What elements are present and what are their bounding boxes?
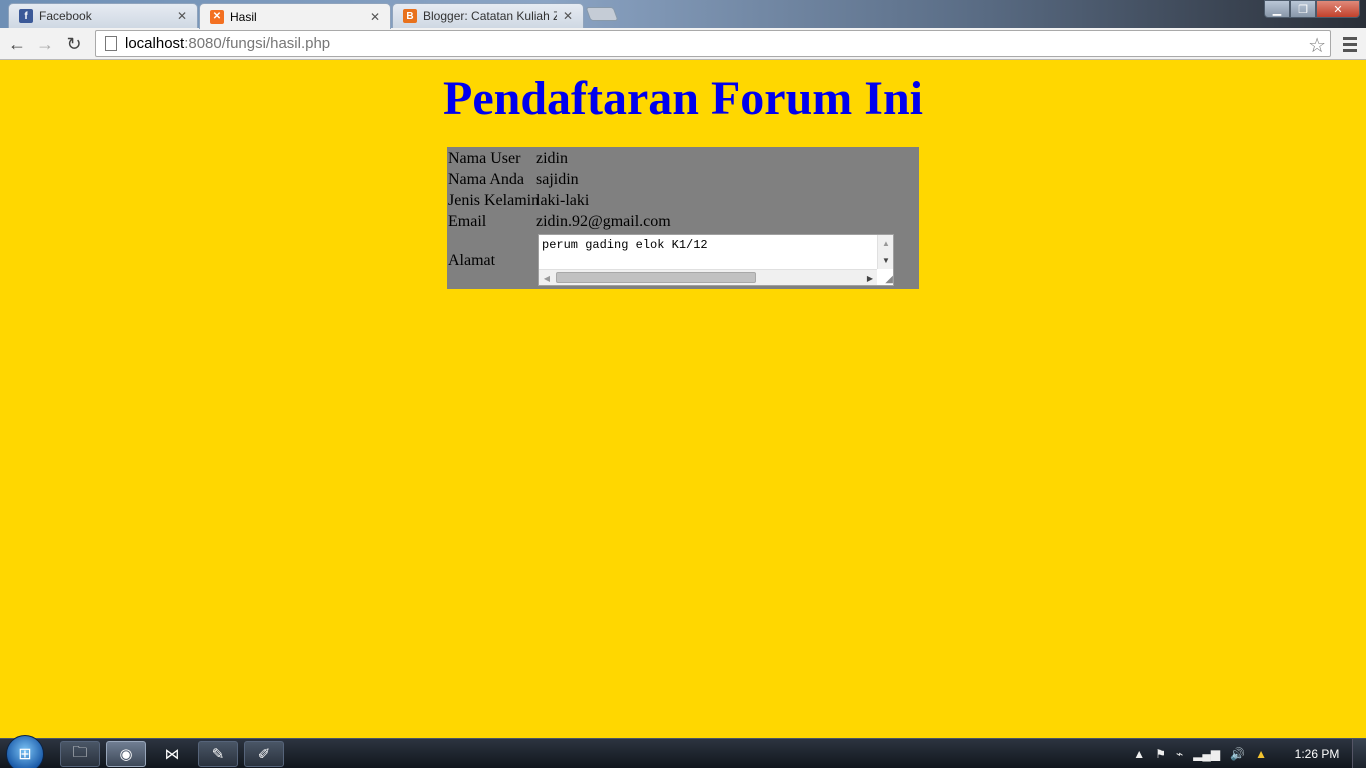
- field-value: zidin: [536, 149, 568, 167]
- show-hidden-icons-icon[interactable]: ▲: [1133, 747, 1145, 761]
- back-button[interactable]: ←: [5, 32, 29, 56]
- new-tab-button[interactable]: [585, 7, 619, 21]
- field-label: Alamat: [448, 251, 496, 269]
- field-value: zidin.92@gmail.com: [536, 212, 671, 230]
- tab-hasil[interactable]: ✕ Hasil ✕: [199, 3, 391, 29]
- reload-icon: ↻: [66, 33, 82, 54]
- alamat-text: perum gading elok K1/12: [542, 238, 708, 252]
- scroll-left-icon[interactable]: ◀: [539, 270, 555, 286]
- alamat-textarea[interactable]: perum gading elok K1/12 ▲ ▼ ◀ ▶ ◢: [538, 234, 894, 286]
- tab-label: Hasil: [230, 9, 257, 24]
- power-icon[interactable]: ⌁: [1176, 747, 1183, 761]
- volume-icon[interactable]: 🔊: [1230, 747, 1245, 761]
- url-host: localhost: [125, 35, 185, 52]
- forward-arrow-icon: →: [36, 33, 54, 54]
- browser-titlebar: f Facebook ✕ ✕ Hasil ✕ B Blogger: Catata…: [0, 0, 1366, 29]
- field-value: laki-laki: [536, 191, 590, 209]
- google-drive-icon[interactable]: ▲: [1255, 747, 1267, 761]
- minimize-button[interactable]: ▁: [1264, 0, 1290, 18]
- close-window-button[interactable]: ✕: [1316, 0, 1360, 18]
- page-content: Pendaftaran Forum Ini Nama User zidin Na…: [0, 61, 1366, 738]
- close-icon[interactable]: ✕: [370, 10, 380, 24]
- scroll-up-icon[interactable]: ▲: [878, 235, 894, 251]
- back-arrow-icon: ←: [8, 33, 26, 54]
- table-row: Nama User zidin: [448, 148, 568, 169]
- field-label: Email: [448, 212, 487, 230]
- visual-studio-icon[interactable]: ⋈: [152, 741, 192, 767]
- field-label: Nama User: [448, 149, 521, 167]
- table-row: Email zidin.92@gmail.com: [448, 211, 671, 232]
- url-path: :8080/fungsi/hasil.php: [184, 35, 331, 52]
- registration-result-table: Nama User zidin Nama Anda sajidin Jenis …: [447, 147, 919, 289]
- show-desktop-button[interactable]: [1352, 739, 1366, 768]
- table-row: Nama Anda sajidin: [448, 169, 579, 190]
- field-label: Jenis Kelamin: [448, 191, 540, 209]
- field-value: sajidin: [536, 170, 579, 188]
- network-signal-icon[interactable]: ▂▄▆: [1193, 747, 1220, 761]
- page-title: Pendaftaran Forum Ini: [443, 72, 923, 125]
- reload-button[interactable]: ↻: [62, 32, 86, 56]
- table-row: Jenis Kelamin laki-laki: [448, 190, 589, 211]
- address-bar[interactable]: localhost:8080/fungsi/hasil.php ☆: [95, 30, 1331, 57]
- close-icon[interactable]: ✕: [563, 9, 573, 23]
- notepad-icon[interactable]: ✎: [198, 741, 238, 767]
- window-controls: ▁ ❐ ✕: [1264, 0, 1360, 18]
- table-row: Alamat: [448, 250, 536, 271]
- horizontal-scrollbar[interactable]: ◀ ▶: [539, 269, 878, 285]
- action-center-flag-icon[interactable]: ⚑: [1155, 747, 1166, 761]
- taskbar: ⊞ 🗀 ◉ ⋈ ✎ ✐ ▲ ⚑ ⌁ ▂▄▆ 🔊 ▲ 1:26 PM: [0, 735, 1366, 768]
- explorer-icon[interactable]: 🗀: [60, 741, 100, 767]
- tab-label: Blogger: Catatan Kuliah Zi: [423, 9, 557, 23]
- forward-button[interactable]: →: [33, 32, 57, 56]
- bookmark-star-icon[interactable]: ☆: [1308, 33, 1326, 58]
- blogger-icon: B: [403, 9, 417, 23]
- clock[interactable]: 1:26 PM: [1282, 747, 1352, 761]
- browser-toolbar: ← → ↻ localhost:8080/fungsi/hasil.php ☆: [0, 28, 1366, 60]
- scrollbar-thumb[interactable]: [556, 272, 756, 283]
- resize-grip-icon[interactable]: ◢: [877, 269, 893, 285]
- facebook-icon: f: [19, 9, 33, 23]
- tab-label: Facebook: [39, 9, 92, 23]
- start-button[interactable]: ⊞: [6, 735, 44, 768]
- menu-icon[interactable]: [1340, 32, 1360, 56]
- scroll-down-icon[interactable]: ▼: [878, 252, 894, 268]
- xampp-icon: ✕: [210, 9, 224, 24]
- system-tray: ▲ ⚑ ⌁ ▂▄▆ 🔊 ▲ 1:26 PM: [1128, 739, 1366, 768]
- vertical-scrollbar[interactable]: ▲ ▼: [877, 235, 893, 269]
- windows-logo-icon: ⊞: [18, 746, 32, 763]
- close-icon[interactable]: ✕: [177, 9, 187, 23]
- chrome-icon[interactable]: ◉: [106, 741, 146, 767]
- paint-icon[interactable]: ✐: [244, 741, 284, 767]
- scroll-right-icon[interactable]: ▶: [862, 270, 878, 286]
- page-icon: [105, 36, 117, 51]
- tab-blogger[interactable]: B Blogger: Catatan Kuliah Zi ✕: [392, 3, 584, 28]
- field-label: Nama Anda: [448, 170, 524, 188]
- tab-facebook[interactable]: f Facebook ✕: [8, 3, 198, 28]
- restore-button[interactable]: ❐: [1290, 0, 1316, 18]
